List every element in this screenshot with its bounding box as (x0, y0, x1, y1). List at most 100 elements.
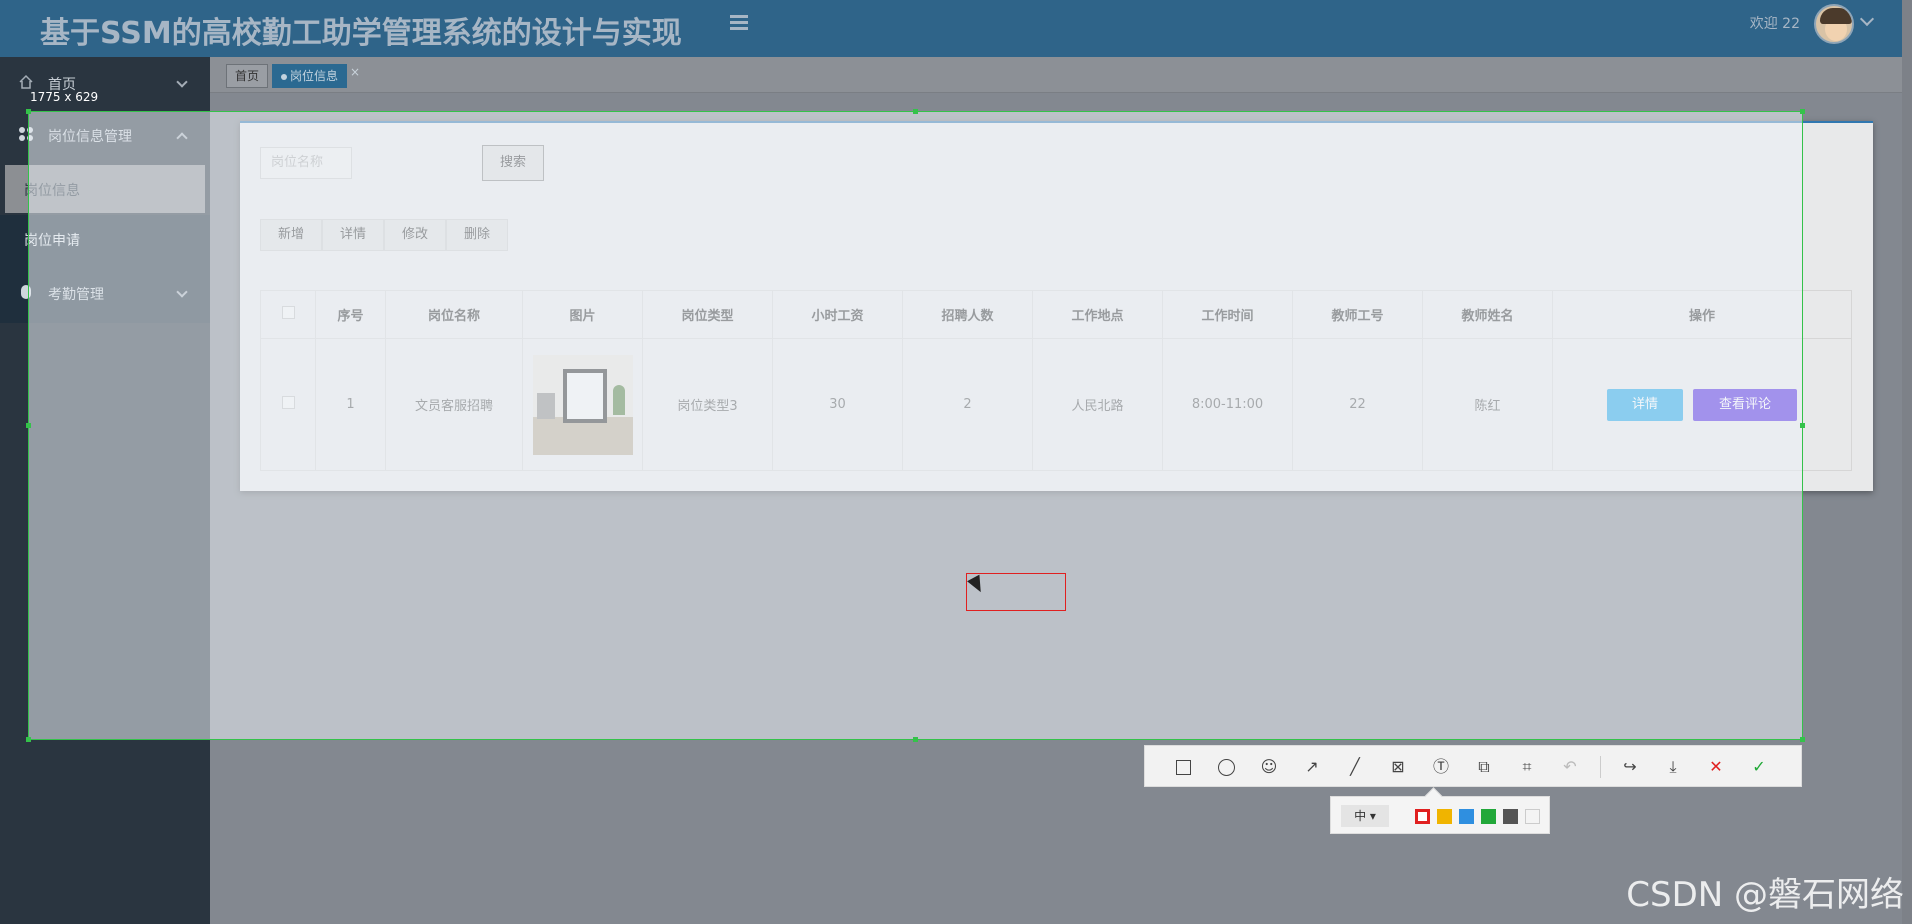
color-swatch-blue[interactable] (1459, 809, 1474, 824)
home-icon (19, 74, 33, 89)
share-icon[interactable]: ↪ (1620, 757, 1640, 777)
cell-count: 2 (902, 338, 1033, 471)
column-header: 工作时间 (1162, 290, 1293, 339)
color-swatch-red[interactable] (1415, 809, 1430, 824)
cell-wage: 30 (772, 338, 903, 471)
cell-time: 8:00-11:00 (1162, 338, 1293, 471)
emoji-tool-icon[interactable]: ☺ (1259, 757, 1279, 777)
column-header: 岗位名称 (385, 290, 523, 339)
color-swatch-yellow[interactable] (1437, 809, 1452, 824)
job-table: 序号 岗位名称 图片 岗位类型 小时工资 招聘人数 工作地点 工作时间 教师工号… (260, 290, 1852, 471)
active-dot-icon (281, 73, 287, 80)
color-swatch-green[interactable] (1481, 809, 1496, 824)
cell-teacher-name: 陈红 (1422, 338, 1553, 471)
rectangle-tool-icon[interactable] (1173, 757, 1193, 777)
undo-icon[interactable]: ↶ (1560, 757, 1580, 777)
arrow-tool-icon[interactable]: ↗ (1302, 757, 1322, 777)
resize-handle[interactable] (26, 423, 31, 428)
mosaic-tool-icon[interactable]: ⊠ (1388, 757, 1408, 777)
search-button[interactable]: 搜索 (482, 145, 544, 181)
add-button[interactable]: 新增 (260, 219, 322, 251)
vertical-scrollbar[interactable] (1902, 0, 1912, 924)
chevron-down-icon[interactable] (1859, 11, 1875, 27)
avatar[interactable] (1814, 4, 1854, 44)
column-header: 序号 (315, 290, 386, 339)
resize-handle[interactable] (26, 737, 31, 742)
sidebar-subitem-job-info[interactable]: 岗位信息 (5, 165, 205, 213)
resize-handle[interactable] (26, 109, 31, 114)
cell-index: 1 (315, 338, 386, 471)
line-tool-icon[interactable]: ╱ (1345, 757, 1365, 777)
delete-button[interactable]: 删除 (446, 219, 508, 251)
column-header: 教师工号 (1292, 290, 1423, 339)
column-header: 操作 (1552, 290, 1852, 339)
color-swatch-gray[interactable] (1503, 809, 1518, 824)
top-header: 基于SSM的高校勤工助学管理系统的设计与实现 欢迎 22 (0, 0, 1912, 57)
toolbar-divider (1600, 756, 1601, 778)
size-select[interactable]: 中 ▾ (1341, 805, 1389, 827)
sidebar-item-attendance[interactable]: 考勤管理 (0, 267, 210, 319)
ocr-tool-icon[interactable]: ⌗ (1517, 757, 1537, 777)
table-row[interactable]: 1 文员客服招聘 岗位类型3 30 2 人民北路 8:00-11:00 22 陈… (260, 338, 1852, 471)
cell-operations: 详情 查看评论 (1552, 338, 1852, 471)
tab-label: 岗位信息 (290, 69, 339, 83)
watermark: CSDN @磐石网络 (1626, 875, 1904, 915)
select-all-checkbox[interactable] (281, 306, 295, 319)
download-icon[interactable]: ⤓ (1663, 757, 1683, 777)
tab-home[interactable]: 首页 (226, 64, 269, 88)
cell-location: 人民北路 (1032, 338, 1163, 471)
text-tool-icon[interactable]: Ⓣ (1431, 757, 1451, 777)
tab-label: 首页 (235, 69, 260, 83)
sidebar-item-label: 考勤管理 (48, 287, 104, 303)
tab-job-info[interactable]: 岗位信息 × (272, 64, 360, 88)
app-title: 基于SSM的高校勤工助学管理系统的设计与实现 (40, 16, 682, 51)
tab-strip: 首页 岗位信息 × (210, 57, 1902, 93)
cell-type: 岗位类型3 (642, 338, 773, 471)
cell-image (522, 338, 643, 471)
database-icon (21, 285, 31, 299)
capture-toolbar: ☺ ↗ ╱ ⊠ Ⓣ ⧉ ⌗ ↶ ↪ ⤓ ✕ ✓ (1144, 745, 1802, 787)
column-header: 工作地点 (1032, 290, 1163, 339)
chevron-down-icon (176, 76, 188, 88)
select-all-checkbox-cell (260, 290, 316, 339)
sequence-tool-icon[interactable]: ⧉ (1474, 757, 1494, 777)
resize-handle[interactable] (913, 109, 918, 114)
row-detail-button[interactable]: 详情 (1607, 388, 1683, 421)
job-image (532, 354, 633, 455)
welcome-text: 欢迎 22 (1749, 16, 1800, 32)
detail-button[interactable]: 详情 (322, 219, 384, 251)
resize-handle[interactable] (1800, 423, 1805, 428)
confirm-icon[interactable]: ✓ (1749, 757, 1769, 777)
column-header: 招聘人数 (902, 290, 1033, 339)
sidebar-subitem-label: 岗位信息 (24, 183, 80, 199)
chevron-up-icon (176, 132, 188, 144)
view-reviews-button[interactable]: 查看评论 (1693, 388, 1797, 421)
search-input[interactable]: 岗位名称 (260, 147, 352, 179)
table-header-row: 序号 岗位名称 图片 岗位类型 小时工资 招聘人数 工作地点 工作时间 教师工号… (260, 290, 1852, 339)
style-toolbar: 中 ▾ (1330, 796, 1550, 834)
close-icon[interactable]: × (350, 61, 360, 83)
sidebar-subitem-job-apply[interactable]: 岗位申请 (5, 215, 205, 263)
resize-handle[interactable] (1800, 109, 1805, 114)
ellipse-tool-icon[interactable] (1216, 757, 1236, 777)
apps-icon (19, 127, 33, 141)
sidebar-item-job-management[interactable]: 岗位信息管理 (0, 109, 210, 161)
row-checkbox-cell (260, 338, 316, 471)
menu-toggle-icon[interactable] (730, 12, 754, 36)
cell-teacher-id: 22 (1292, 338, 1423, 471)
color-swatch-white[interactable] (1525, 809, 1540, 824)
cancel-icon[interactable]: ✕ (1706, 757, 1726, 777)
action-bar: 新增 详情 修改 删除 (260, 219, 508, 251)
cell-name: 文员客服招聘 (385, 338, 523, 471)
row-checkbox[interactable] (281, 396, 295, 409)
resize-handle[interactable] (1800, 737, 1805, 742)
resize-handle[interactable] (913, 737, 918, 742)
edit-button[interactable]: 修改 (384, 219, 446, 251)
column-header: 图片 (522, 290, 643, 339)
content-panel: 岗位名称 搜索 新增 详情 修改 删除 序号 岗位名称 图片 岗位类型 小时工资… (240, 121, 1873, 491)
sidebar-subitem-label: 岗位申请 (24, 233, 80, 249)
selection-size-label: 1775 x 629 (30, 90, 99, 104)
column-header: 教师姓名 (1422, 290, 1553, 339)
sidebar-item-label: 岗位信息管理 (48, 129, 132, 145)
sidebar: 首页 岗位信息管理 岗位信息 岗位申请 考勤管理 (0, 57, 210, 924)
